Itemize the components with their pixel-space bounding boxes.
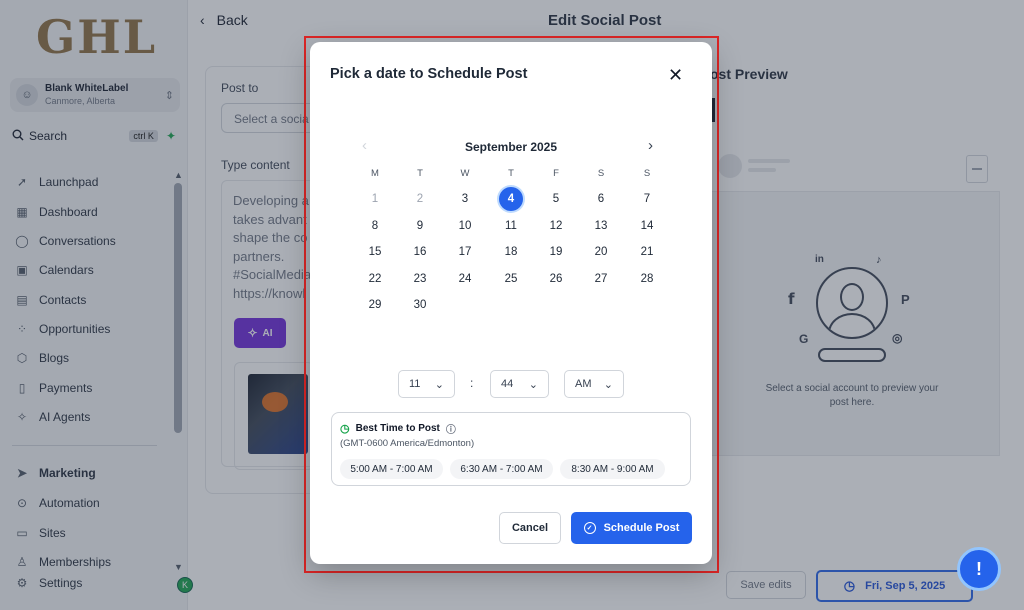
- ampm-select[interactable]: AM ⌄: [564, 370, 624, 398]
- calendar-month-label: September 2025: [464, 140, 558, 154]
- calendar-day[interactable]: 24: [453, 267, 477, 291]
- calendar-day[interactable]: 18: [499, 240, 523, 264]
- best-time-heading: ◷ Best Time to Post ⓘ: [340, 421, 456, 436]
- weekday-header: T: [508, 168, 514, 179]
- calendar-day[interactable]: 21: [635, 240, 659, 264]
- check-circle-icon: ✓: [583, 522, 596, 534]
- best-time-timezone: (GMT-0600 America/Edmonton): [340, 438, 475, 449]
- calendar-day[interactable]: 12: [544, 214, 568, 238]
- calendar-day[interactable]: 23: [408, 267, 432, 291]
- weekday-header: T: [417, 168, 423, 179]
- calendar-day[interactable]: 22: [363, 267, 387, 291]
- best-time-title: Best Time to Post: [355, 423, 440, 434]
- chevron-left-icon[interactable]: ‹: [362, 137, 367, 154]
- calendar-day[interactable]: 9: [408, 214, 432, 238]
- hour-value: 11: [409, 378, 421, 390]
- weekday-header: W: [460, 168, 470, 179]
- calendar-day[interactable]: 15: [363, 240, 387, 264]
- weekday-header: S: [597, 168, 605, 179]
- calendar-day[interactable]: 27: [589, 267, 613, 291]
- best-time-slot[interactable]: 5:00 AM - 7:00 AM: [340, 459, 443, 479]
- minute-select[interactable]: 44 ⌄: [490, 370, 549, 398]
- best-time-panel: ◷ Best Time to Post ⓘ (GMT-0600 America/…: [331, 412, 691, 486]
- calendar-day[interactable]: 2: [408, 187, 432, 211]
- schedule-post-button[interactable]: ✓ Schedule Post: [571, 512, 692, 544]
- chevron-down-icon: ⌄: [434, 378, 444, 391]
- calendar-day[interactable]: 3: [453, 187, 477, 211]
- calendar-day[interactable]: 5: [544, 187, 568, 211]
- calendar-day[interactable]: 1: [363, 187, 387, 211]
- cancel-button[interactable]: Cancel: [499, 512, 561, 544]
- calendar-day[interactable]: 10: [453, 214, 477, 238]
- calendar-day[interactable]: 14: [635, 214, 659, 238]
- calendar-day[interactable]: 28: [635, 267, 659, 291]
- calendar-day[interactable]: 17: [453, 240, 477, 264]
- best-time-slot[interactable]: 8:30 AM - 9:00 AM: [560, 459, 665, 479]
- calendar-day[interactable]: 6: [589, 187, 613, 211]
- calendar-day[interactable]: 19: [544, 240, 568, 264]
- ampm-value: AM: [575, 378, 592, 390]
- schedule-post-label: Schedule Post: [603, 522, 680, 534]
- time-separator: :: [470, 376, 474, 390]
- calendar-day[interactable]: 13: [589, 214, 613, 238]
- calendar-day[interactable]: 29: [363, 293, 387, 317]
- schedule-post-modal: Pick a date to Schedule Post ✕ ‹ Septemb…: [310, 42, 712, 564]
- calendar-day[interactable]: 26: [544, 267, 568, 291]
- calendar-day[interactable]: 7: [635, 187, 659, 211]
- calendar-day[interactable]: 20: [589, 240, 613, 264]
- calendar-day[interactable]: 8: [363, 214, 387, 238]
- support-chat-icon[interactable]: !: [957, 547, 1001, 591]
- modal-title: Pick a date to Schedule Post: [330, 66, 528, 82]
- best-time-slot[interactable]: 6:30 AM - 7:00 AM: [450, 459, 553, 479]
- calendar-day[interactable]: 25: [499, 267, 523, 291]
- chevron-down-icon: ⌄: [528, 378, 538, 391]
- calendar-day[interactable]: 30: [408, 293, 432, 317]
- info-icon[interactable]: ⓘ: [446, 421, 456, 436]
- close-icon[interactable]: ✕: [668, 65, 683, 86]
- hour-select[interactable]: 11 ⌄: [398, 370, 455, 398]
- calendar-day[interactable]: 11: [499, 214, 523, 238]
- calendar-day-selected[interactable]: 4: [499, 187, 523, 211]
- weekday-header: M: [371, 168, 379, 179]
- clock-icon: ◷: [340, 423, 350, 435]
- minute-value: 44: [501, 378, 514, 390]
- calendar-day[interactable]: 16: [408, 240, 432, 264]
- chevron-down-icon: ⌄: [603, 378, 613, 391]
- chevron-right-icon[interactable]: ›: [648, 137, 653, 154]
- weekday-header: S: [643, 168, 651, 179]
- weekday-header: F: [553, 168, 559, 179]
